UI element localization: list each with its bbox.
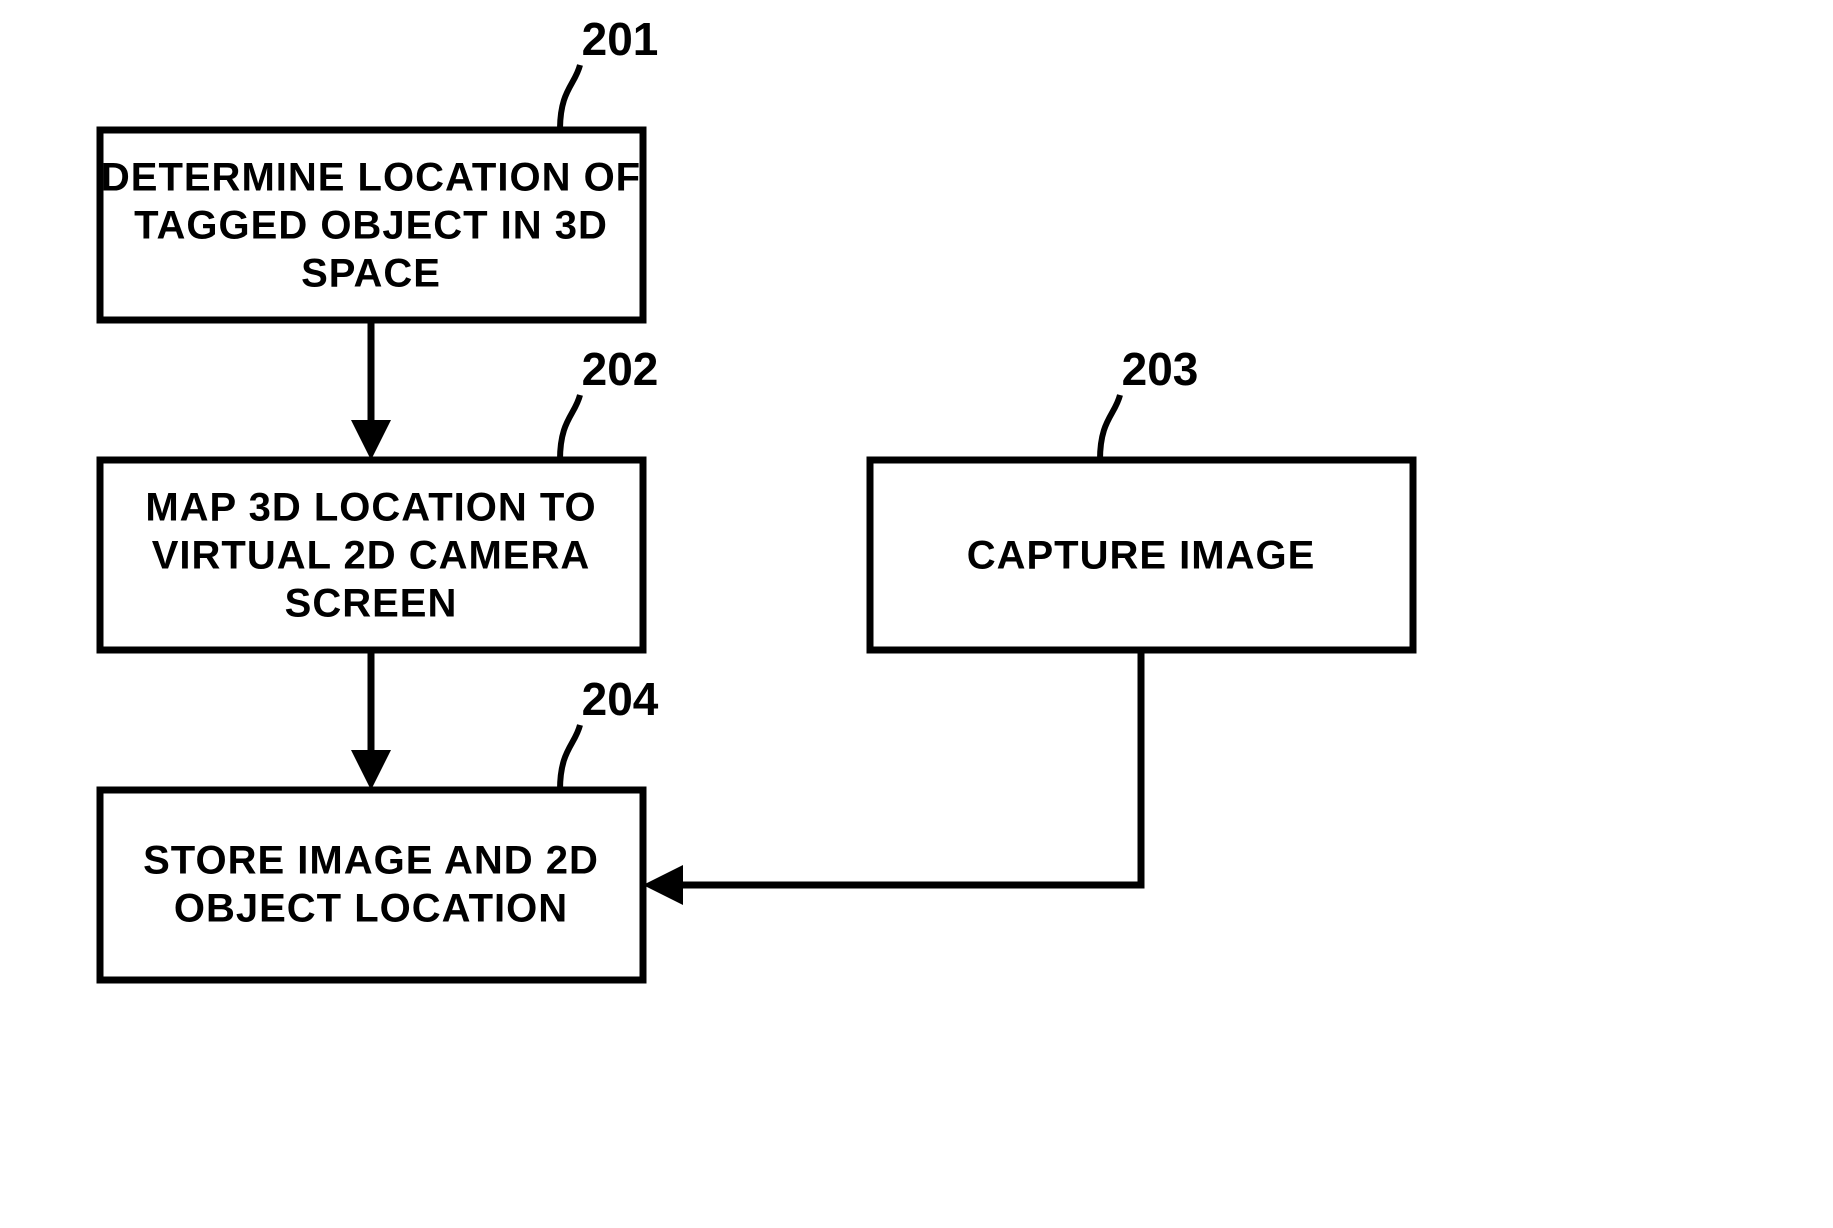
ref-lead-202 — [560, 395, 580, 460]
node-203: CAPTURE IMAGE — [870, 460, 1413, 650]
ref-label-203: 203 — [1122, 343, 1199, 395]
edge-203-204 — [643, 650, 1141, 905]
edge-202-204 — [351, 650, 391, 790]
node-201-text-line2: TAGGED OBJECT IN 3D — [134, 204, 608, 248]
ref-label-204: 204 — [582, 673, 659, 725]
flowchart: DETERMINE LOCATION OF TAGGED OBJECT IN 3… — [0, 0, 1833, 1228]
node-201-text-line1: DETERMINE LOCATION OF — [101, 156, 641, 200]
ref-lead-201 — [560, 65, 580, 130]
ref-label-202: 202 — [582, 343, 659, 395]
ref-lead-203 — [1100, 395, 1120, 460]
node-204-text-line1: STORE IMAGE AND 2D — [143, 839, 599, 883]
node-204-text-line2: OBJECT LOCATION — [174, 887, 568, 931]
node-201: DETERMINE LOCATION OF TAGGED OBJECT IN 3… — [100, 130, 643, 320]
ref-lead-204 — [560, 725, 580, 790]
node-201-text-line3: SPACE — [301, 252, 441, 296]
node-204: STORE IMAGE AND 2D OBJECT LOCATION — [100, 790, 643, 980]
node-202-text-line1: MAP 3D LOCATION TO — [145, 486, 596, 530]
node-202: MAP 3D LOCATION TO VIRTUAL 2D CAMERA SCR… — [100, 460, 643, 650]
edge-201-202 — [351, 320, 391, 460]
node-202-text-line3: SCREEN — [285, 582, 458, 626]
node-202-text-line2: VIRTUAL 2D CAMERA — [152, 534, 591, 578]
node-203-text-line1: CAPTURE IMAGE — [967, 534, 1316, 578]
ref-label-201: 201 — [582, 13, 659, 65]
